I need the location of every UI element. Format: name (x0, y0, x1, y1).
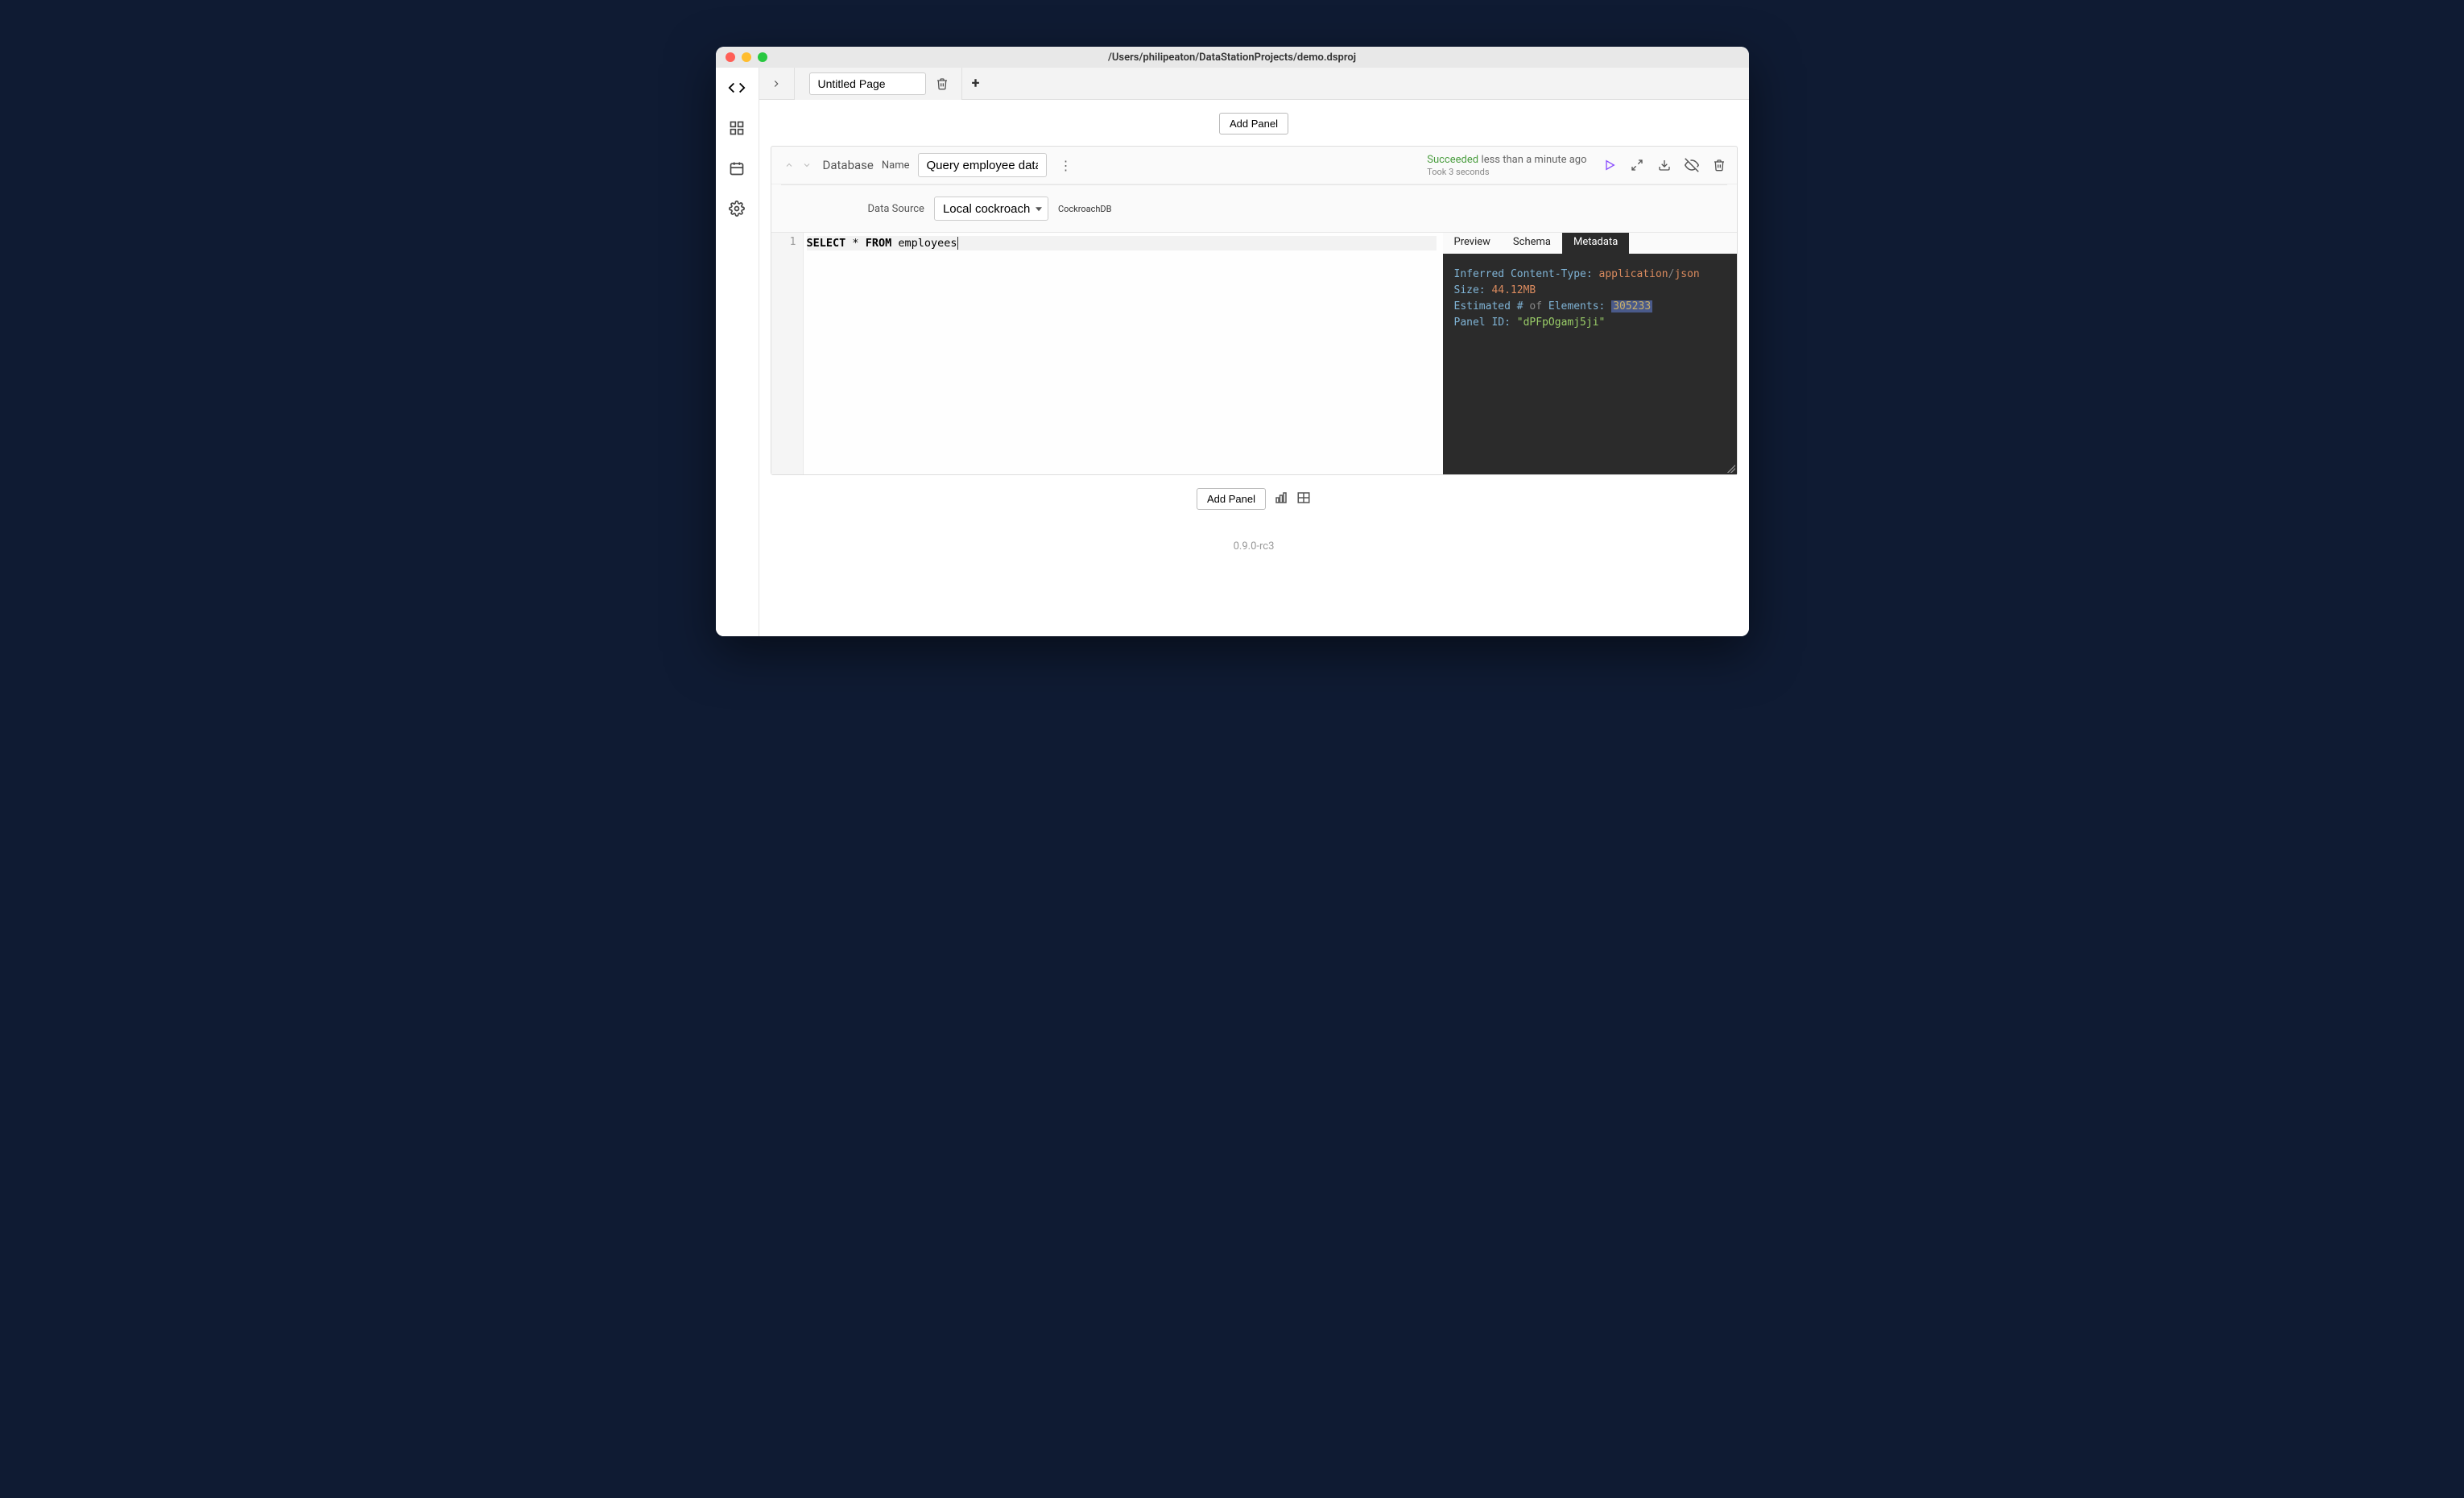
schedule-icon[interactable] (728, 159, 746, 177)
panel-move-down-button[interactable] (799, 157, 815, 173)
add-chart-panel-button[interactable] (1274, 490, 1288, 508)
delete-panel-button[interactable] (1711, 157, 1727, 173)
panel-move-up-button[interactable] (781, 157, 797, 173)
dashboard-icon[interactable] (728, 119, 746, 137)
panel-name-input[interactable] (918, 153, 1047, 177)
tab-preview[interactable]: Preview (1443, 233, 1502, 254)
result-pane: Preview Schema Metadata Inferred Content… (1443, 233, 1737, 474)
page-tab[interactable] (795, 68, 962, 100)
window-minimize-button[interactable] (742, 52, 751, 62)
sql-identifier: employees (898, 237, 957, 250)
left-rail (716, 68, 759, 636)
sidebar-toggle-button[interactable] (759, 68, 795, 100)
metadata-body: Inferred Content-Type: application/json … (1443, 254, 1737, 474)
resize-grip-icon[interactable] (1727, 465, 1735, 473)
panel-status: Succeeded less than a minute ago Took 3 … (1427, 153, 1586, 177)
window-zoom-button[interactable] (758, 52, 767, 62)
status-state: Succeeded (1427, 154, 1478, 166)
download-button[interactable] (1656, 157, 1672, 173)
editor-icon[interactable] (728, 79, 746, 97)
window-close-button[interactable] (726, 52, 735, 62)
settings-icon[interactable] (728, 200, 746, 217)
version-label: 0.9.0-rc3 (771, 540, 1738, 552)
panel-name-label: Name (882, 159, 910, 172)
tab-schema[interactable]: Schema (1502, 233, 1562, 254)
page-tabbar: + (759, 68, 1749, 100)
traffic-lights (726, 52, 767, 62)
tab-metadata[interactable]: Metadata (1562, 233, 1629, 254)
panel-header: Database Name ⋮ Succeeded less than a mi… (771, 147, 1737, 184)
add-panel-bottom-button[interactable]: Add Panel (1197, 488, 1266, 510)
app-window: /Users/philipeaton/DataStationProjects/d… (716, 47, 1749, 636)
status-ago: less than a minute ago (1482, 154, 1587, 166)
code-editor[interactable]: 1 SELECT * FROM employees (771, 233, 1443, 474)
delete-page-button[interactable] (934, 76, 950, 92)
panel-id-value: "dPFpOgamj5ji" (1517, 317, 1606, 329)
page-name-input[interactable] (809, 72, 926, 95)
datasource-label: Data Source (868, 203, 924, 215)
datasource-select[interactable]: Local cockroach (934, 197, 1048, 221)
window-title: /Users/philipeaton/DataStationProjects/d… (716, 52, 1749, 64)
hide-button[interactable] (1684, 157, 1700, 173)
status-took: Took 3 seconds (1427, 167, 1586, 177)
datasource-row: Data Source Local cockroach CockroachDB (771, 185, 1737, 232)
panel-type-label: Database (823, 158, 874, 172)
sql-keyword: FROM (866, 237, 892, 250)
line-number: 1 (771, 236, 796, 248)
fullscreen-button[interactable] (1629, 157, 1645, 173)
add-table-panel-button[interactable] (1296, 490, 1311, 508)
panel-menu-button[interactable]: ⋮ (1055, 158, 1077, 173)
titlebar: /Users/philipeaton/DataStationProjects/d… (716, 47, 1749, 68)
sql-keyword: SELECT (807, 237, 846, 250)
panel: Database Name ⋮ Succeeded less than a mi… (771, 146, 1738, 475)
elements-count: 305233 (1611, 300, 1652, 312)
datasource-type: CockroachDB (1058, 204, 1112, 214)
add-panel-top-button[interactable]: Add Panel (1219, 113, 1288, 134)
add-page-button[interactable]: + (962, 75, 990, 92)
run-panel-button[interactable] (1602, 157, 1618, 173)
